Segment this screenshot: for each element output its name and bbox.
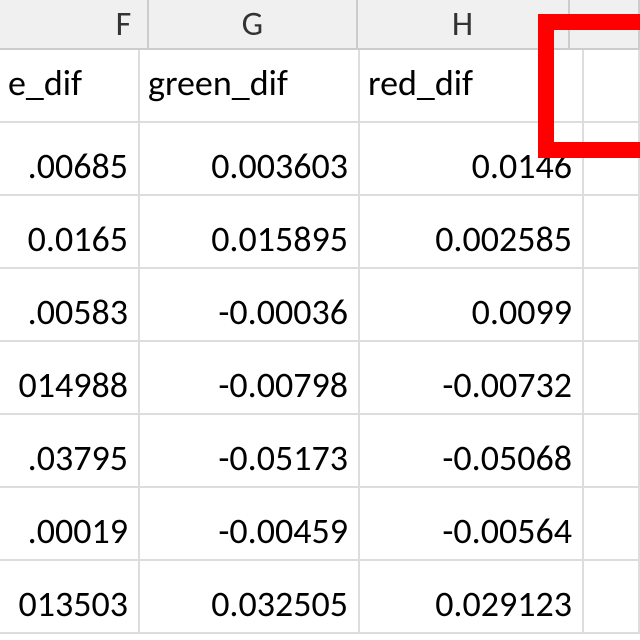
cell[interactable]: red_dif <box>360 50 584 123</box>
table-row: e_dif green_dif red_dif <box>0 50 640 123</box>
cell[interactable] <box>584 50 640 123</box>
cell[interactable]: 0.003603 <box>140 123 360 196</box>
cell[interactable]: 0.0099 <box>360 269 584 342</box>
cell[interactable]: -0.00459 <box>140 488 360 561</box>
cell[interactable]: -0.00798 <box>140 342 360 415</box>
cell[interactable] <box>584 561 640 634</box>
cell[interactable]: .00019 <box>0 488 140 561</box>
table-row: .03795 -0.05173 -0.05068 <box>0 415 640 488</box>
cell[interactable]: 0.015895 <box>140 196 360 269</box>
cell[interactable]: green_dif <box>140 50 360 123</box>
table-row: 0.0165 0.015895 0.002585 <box>0 196 640 269</box>
cell[interactable]: -0.00732 <box>360 342 584 415</box>
column-header-I[interactable] <box>570 0 640 50</box>
cell[interactable] <box>584 269 640 342</box>
cell[interactable]: e_dif <box>0 50 140 123</box>
cell[interactable] <box>584 415 640 488</box>
cell[interactable]: .00583 <box>0 269 140 342</box>
cell[interactable] <box>584 123 640 196</box>
cell[interactable]: -0.05068 <box>360 415 584 488</box>
cell[interactable]: 0.029123 <box>360 561 584 634</box>
table-row: .00019 -0.00459 -0.00564 <box>0 488 640 561</box>
spreadsheet-grid[interactable]: F G H e_dif green_dif red_dif .00685 0.0… <box>0 0 640 640</box>
column-header-G[interactable]: G <box>149 0 357 50</box>
cell[interactable]: 0.0146 <box>360 123 584 196</box>
cell[interactable]: -0.05173 <box>140 415 360 488</box>
cell[interactable]: -0.00564 <box>360 488 584 561</box>
table-row: .00583 -0.00036 0.0099 <box>0 269 640 342</box>
cell[interactable] <box>584 342 640 415</box>
table-row: 014988 -0.00798 -0.00732 <box>0 342 640 415</box>
column-header-row: F G H <box>0 0 640 50</box>
cell[interactable] <box>584 488 640 561</box>
cell[interactable]: 013503 <box>0 561 140 634</box>
cell[interactable] <box>584 196 640 269</box>
table-row: .00685 0.003603 0.0146 <box>0 123 640 196</box>
cell[interactable]: 0.0165 <box>0 196 140 269</box>
cell[interactable]: .00685 <box>0 123 140 196</box>
column-header-F[interactable]: F <box>0 0 149 50</box>
cell[interactable]: 0.002585 <box>360 196 584 269</box>
table-row: 013503 0.032505 0.029123 <box>0 561 640 634</box>
cell[interactable]: 0.032505 <box>140 561 360 634</box>
cell[interactable]: -0.00036 <box>140 269 360 342</box>
cell[interactable]: .03795 <box>0 415 140 488</box>
cell[interactable]: 014988 <box>0 342 140 415</box>
column-header-H[interactable]: H <box>358 0 570 50</box>
